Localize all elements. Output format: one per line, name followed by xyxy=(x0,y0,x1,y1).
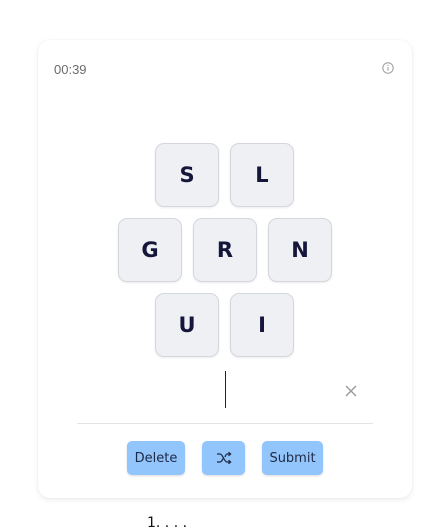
text-cursor xyxy=(225,371,226,408)
letter-tile[interactable]: R xyxy=(193,218,257,282)
shuffle-icon xyxy=(216,451,232,465)
submit-button[interactable]: Submit xyxy=(262,441,323,475)
letter-tile[interactable]: G xyxy=(118,218,182,282)
timer: 00:39 xyxy=(54,62,87,77)
letter-tile[interactable]: N xyxy=(268,218,332,282)
info-icon[interactable] xyxy=(382,62,394,74)
delete-button[interactable]: Delete xyxy=(127,441,185,475)
letter-tile[interactable]: I xyxy=(230,293,294,357)
letter-tile[interactable]: L xyxy=(230,143,294,207)
close-icon[interactable] xyxy=(343,383,359,399)
found-words-list: 1. . . . xyxy=(147,515,188,531)
letter-tile[interactable]: U xyxy=(155,293,219,357)
divider xyxy=(77,423,373,424)
shuffle-button[interactable] xyxy=(202,441,245,475)
letter-tile[interactable]: S xyxy=(155,143,219,207)
